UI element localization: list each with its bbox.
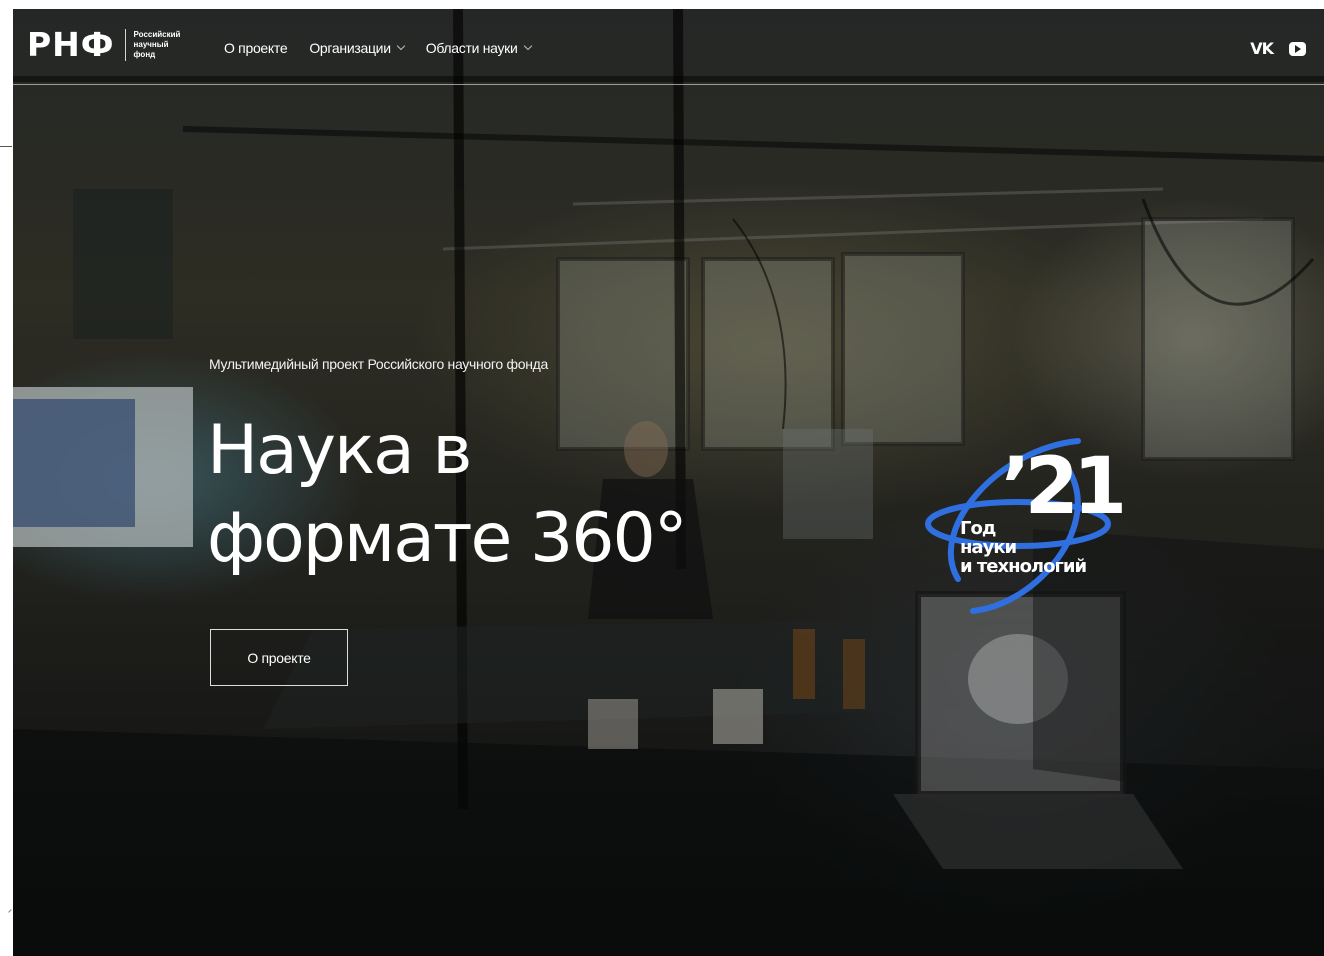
nav-item-about[interactable]: О проекте (224, 40, 288, 56)
hero-panorama[interactable]: РНФ Российский научный фонд О проекте Ор… (13, 9, 1324, 956)
badge-text: Год науки и технологий (960, 518, 1087, 577)
nav-item-label: Области науки (425, 40, 518, 56)
about-project-button[interactable]: О проекте (210, 629, 348, 686)
badge-year: ’21 (1001, 442, 1127, 532)
chevron-down-icon (523, 41, 532, 51)
nav-item-science-areas[interactable]: Области науки (425, 40, 532, 56)
rnf-logo[interactable]: РНФ Российский научный фонд (27, 27, 180, 63)
hero-title-line-2: формате 360° (207, 499, 688, 578)
logo-line-2: научный (133, 40, 169, 49)
nav-item-label: Организации (309, 40, 391, 56)
main-nav: О проекте Организации Области науки (224, 40, 532, 56)
logo-line-3: фонд (133, 50, 156, 59)
youtube-icon[interactable] (1289, 41, 1306, 56)
nav-item-label: О проекте (224, 40, 288, 56)
hero-title-line-1: Наука в (207, 411, 472, 490)
badge-line-1: Год (960, 518, 996, 539)
badge-line-3: и технологий (960, 556, 1087, 577)
nav-item-organizations[interactable]: Организации (309, 40, 405, 56)
site-header: РНФ Российский научный фонд О проекте Ор… (13, 9, 1324, 85)
social-links: VK (1250, 39, 1306, 58)
badge-line-2: науки (960, 537, 1017, 558)
logo-text: Российский научный фонд (134, 30, 181, 60)
logo-line-1: Российский (133, 30, 181, 39)
hero-title: Наука в формате 360° (207, 407, 727, 583)
year-of-science-badge: ’21 Год науки и технологий (918, 429, 1127, 619)
left-edge-marker (0, 146, 12, 147)
hero-subtitle: Мультимедийный проект Российского научно… (209, 356, 548, 372)
vk-icon[interactable]: VK (1250, 39, 1274, 58)
logo-divider (124, 29, 126, 61)
chevron-down-icon (396, 41, 405, 51)
logo-mark: РНФ (27, 25, 115, 64)
